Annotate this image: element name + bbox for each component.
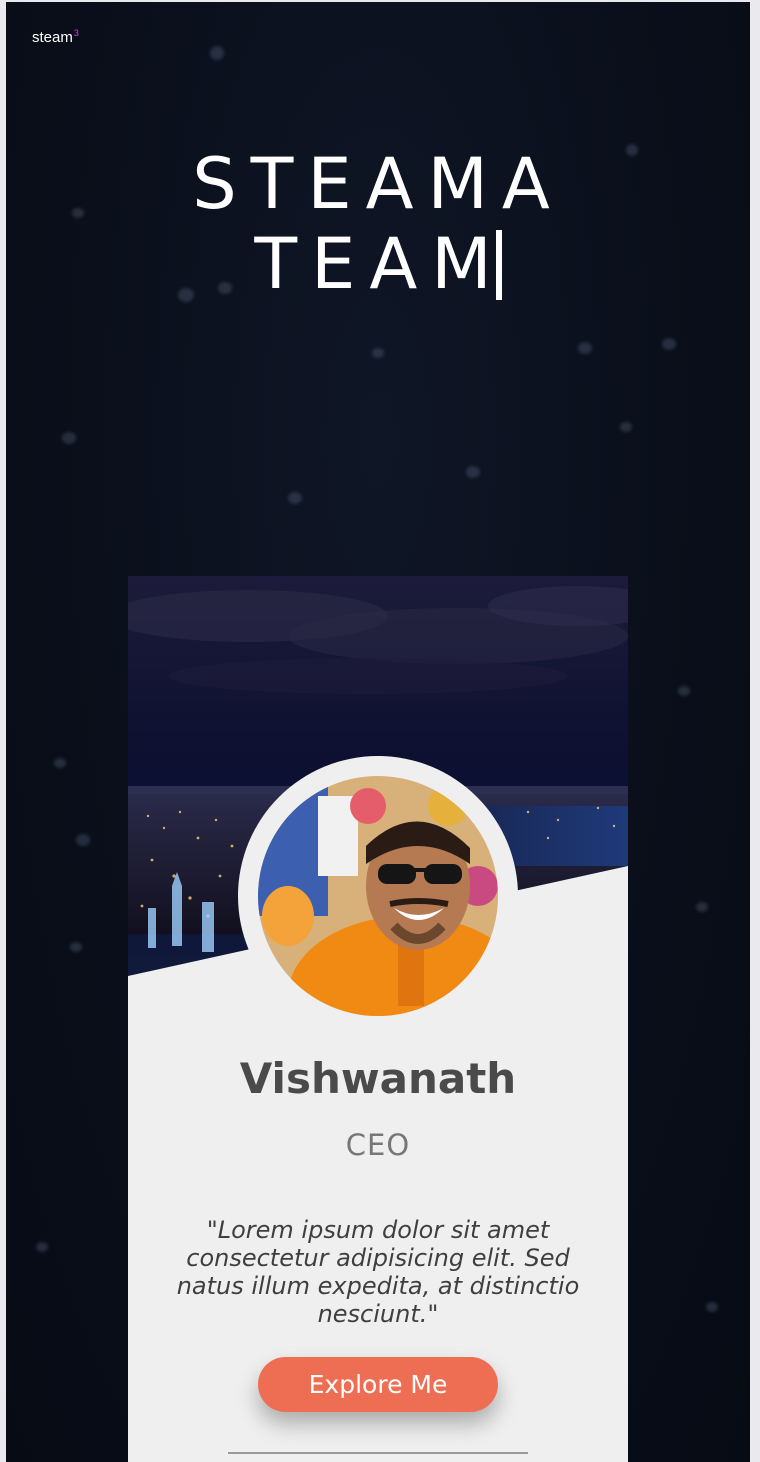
avatar[interactable] bbox=[258, 776, 498, 1016]
explore-me-button[interactable]: Explore Me bbox=[258, 1357, 498, 1412]
hero-title-line-2: TEAM bbox=[6, 224, 750, 304]
window-edge bbox=[750, 0, 760, 1462]
page-background: steam3 STEAMA TEAM Vishwanath CEO "Lorem… bbox=[6, 2, 750, 1462]
brand-name: steam bbox=[32, 29, 73, 46]
profile-name: Vishwanath bbox=[239, 1054, 517, 1103]
hero-title-line-2-text: TEAM bbox=[254, 223, 506, 305]
card-divider bbox=[228, 1452, 528, 1454]
hero-title: STEAMA TEAM bbox=[6, 144, 750, 304]
typing-cursor bbox=[495, 230, 502, 300]
brand-superscript: 3 bbox=[73, 28, 79, 38]
profile-quote: "Lorem ipsum dolor sit amet consectetur … bbox=[176, 1216, 580, 1328]
hero-title-line-1: STEAMA bbox=[192, 143, 564, 225]
brand-logo[interactable]: steam3 bbox=[32, 28, 79, 46]
profile-card: Vishwanath CEO "Lorem ipsum dolor sit am… bbox=[128, 576, 628, 1462]
profile-role: CEO bbox=[345, 1128, 411, 1162]
